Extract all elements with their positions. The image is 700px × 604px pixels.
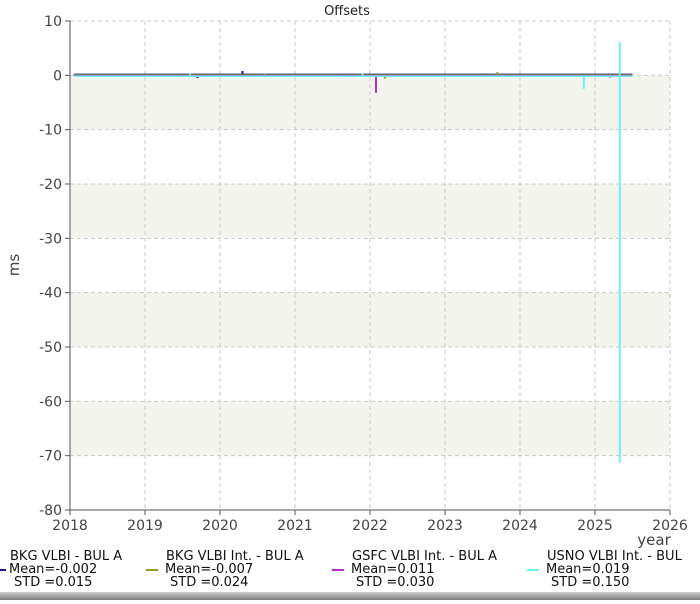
- y-tick-label: -60: [39, 394, 62, 410]
- y-tick-label: -10: [39, 123, 62, 139]
- window-bottom-edge: [0, 592, 700, 600]
- legend-std: STD =0.024: [170, 575, 248, 590]
- chart-svg: 10 0 -10 -20 -30 -40 -50 -60 -70 -802018 2019 2020 2…: [0, 4, 688, 590]
- y-tick-label: -30: [39, 231, 62, 247]
- x-tick-label: 2020: [202, 518, 238, 534]
- x-axis-label: year: [637, 531, 671, 549]
- legend-entry-3: USNO VLBI Int. - BULMean=0.019STD =0.150: [527, 549, 683, 590]
- legend-entry-2: GSFC VLBI Int. - BUL AMean=0.011STD =0.0…: [332, 549, 497, 590]
- y-tick-label: -80: [39, 503, 62, 519]
- y-tick-label: 10: [44, 14, 62, 30]
- x-tick-label: 2021: [277, 518, 313, 534]
- legend: BKG VLBI - BUL AMean=-0.002STD =0.015 BKG…: [0, 549, 683, 590]
- x-tick-label: 2019: [127, 518, 163, 534]
- y-tick-label: 0: [53, 68, 62, 84]
- chart-title: Offsets: [324, 4, 370, 19]
- legend-entry-0: BKG VLBI - BUL AMean=-0.002STD =0.015: [0, 549, 122, 590]
- y-axis-label: ms: [5, 254, 23, 277]
- x-tick-label: 2022: [352, 518, 388, 534]
- legend-std: STD =0.015: [14, 575, 92, 590]
- y-tick-label: -40: [39, 286, 62, 302]
- y-tick-label: -70: [39, 449, 62, 465]
- legend-std: STD =0.030: [356, 575, 434, 590]
- x-tick-label: 2025: [577, 518, 613, 534]
- x-tick-label: 2018: [52, 518, 88, 534]
- legend-entry-1: BKG VLBI Int. - BUL AMean=-0.007STD =0.0…: [146, 549, 304, 590]
- y-tick-label: -50: [39, 340, 62, 356]
- y-tick-label: -20: [39, 177, 62, 193]
- offsets-chart: 10 0 -10 -20 -30 -40 -50 -60 -70 -80 2018 2019 2020 2…: [0, 0, 700, 600]
- legend-std: STD =0.150: [551, 575, 629, 590]
- x-tick-label: 2024: [502, 518, 538, 534]
- x-tick-label: 2023: [427, 518, 463, 534]
